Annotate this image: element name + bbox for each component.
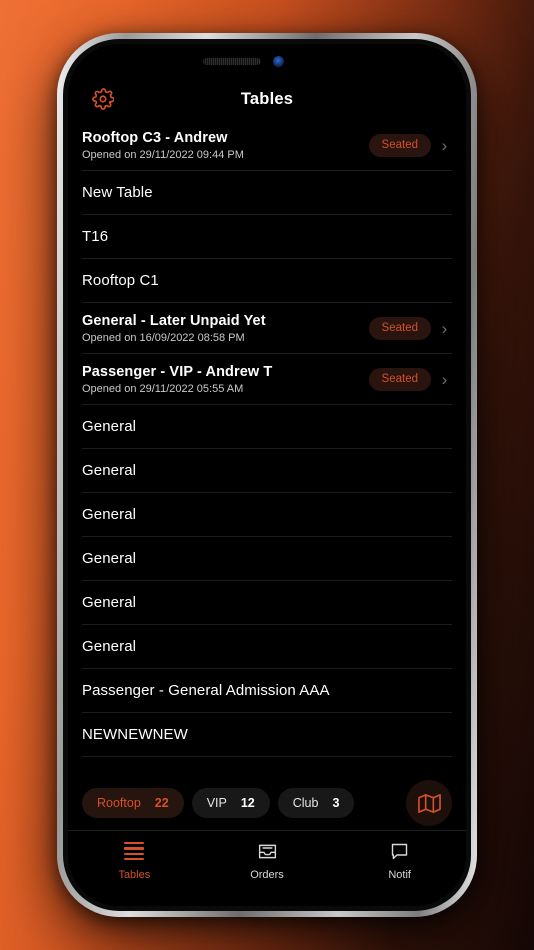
table-row-texts: Rooftop C1 (82, 272, 452, 289)
table-row[interactable]: General (82, 449, 452, 493)
hamburger-menu-icon (124, 840, 145, 862)
table-row-title: General (82, 462, 137, 479)
table-row-title: General - Later Unpaid Yet (82, 312, 266, 329)
table-row-right: Seated › (368, 133, 452, 157)
filter-chip-count: 3 (332, 796, 340, 810)
table-row-texts: General (82, 594, 452, 611)
tab-orders[interactable]: Orders (201, 840, 334, 881)
tab-label-notif: Notif (388, 869, 411, 881)
chevron-right-icon[interactable]: › (439, 320, 450, 337)
table-row-title: T16 (82, 228, 109, 245)
table-row-texts: Passenger - General Admission AAA (82, 682, 452, 699)
filter-bar: Rooftop 22 VIP 12 Club 3 (68, 776, 466, 830)
table-row[interactable]: General - Later Unpaid Yet Opened on 16/0… (82, 303, 452, 354)
table-row[interactable]: T16 (82, 215, 452, 259)
tab-label-orders: Orders (250, 869, 284, 881)
filter-chip[interactable]: VIP 12 (191, 788, 270, 818)
table-row[interactable]: General (82, 493, 452, 537)
table-row-title: NEWNEWNEW (82, 726, 188, 743)
table-row-subtitle: Opened on 29/11/2022 05:55 AM (82, 382, 244, 395)
table-row[interactable]: Passenger - VIP - Andrew T Opened on 29/1… (82, 354, 452, 405)
phone-screen: Tables Rooftop C3 - Andrew Opened on 29/1… (68, 44, 466, 906)
phone-device-frame: Tables Rooftop C3 - Andrew Opened on 29/1… (57, 33, 477, 917)
speaker-grille-icon (203, 58, 261, 65)
status-badge: Seated (368, 133, 431, 157)
table-row[interactable]: Rooftop C3 - Andrew Opened on 29/11/2022 … (82, 120, 452, 171)
table-row-texts: General (82, 638, 452, 655)
table-row-subtitle: Opened on 16/09/2022 08:58 PM (82, 331, 245, 344)
gear-icon (92, 88, 114, 110)
tab-tables[interactable]: Tables (68, 840, 201, 881)
speech-bubble-icon (389, 840, 410, 862)
settings-button[interactable] (90, 86, 116, 112)
table-row-title: Rooftop C1 (82, 272, 159, 289)
table-row-title: General (82, 638, 137, 655)
table-row-subtitle: Opened on 29/11/2022 09:44 PM (82, 148, 244, 161)
inbox-tray-icon (257, 840, 278, 862)
map-icon (417, 793, 441, 813)
table-row[interactable]: New Table (82, 171, 452, 215)
table-row-title: General (82, 550, 137, 567)
table-row-texts: Passenger - VIP - Andrew T Opened on 29/1… (82, 364, 369, 395)
bottom-tab-bar: Tables Orders Notif (68, 830, 466, 906)
table-row-texts: T16 (82, 228, 452, 245)
table-list[interactable]: Rooftop C3 - Andrew Opened on 29/11/2022 … (68, 120, 466, 776)
table-row-title: Rooftop C3 - Andrew (82, 129, 228, 146)
table-row-texts: General (82, 506, 452, 523)
notch-area (68, 44, 466, 78)
filter-chip[interactable]: Club 3 (277, 788, 355, 818)
filter-chip-count: 22 (154, 796, 169, 810)
page-title: Tables (240, 89, 294, 108)
table-row-right: Seated › (368, 316, 452, 340)
filter-chip-label: Club (292, 796, 319, 810)
table-row-right: Seated › (368, 367, 452, 391)
table-row-texts: General (82, 418, 452, 435)
tab-notif[interactable]: Notif (333, 840, 466, 881)
table-row-texts: Rooftop C3 - Andrew Opened on 29/11/2022 … (82, 130, 369, 161)
table-row-title: General (82, 506, 137, 523)
table-row[interactable]: General (82, 405, 452, 449)
table-row[interactable]: General (82, 581, 452, 625)
table-row-title: General (82, 418, 137, 435)
table-row[interactable]: NEWNEWNEW (82, 713, 452, 757)
filter-chip-label: VIP (206, 796, 227, 810)
table-row-title: General (82, 594, 137, 611)
status-badge: Seated (368, 316, 431, 340)
app-header: Tables (68, 78, 466, 120)
front-camera-icon (273, 56, 284, 67)
table-row[interactable]: General (82, 625, 452, 669)
status-badge: Seated (368, 367, 431, 391)
phone-inner-bezel: Tables Rooftop C3 - Andrew Opened on 29/1… (63, 39, 471, 911)
table-row-title: Passenger - General Admission AAA (82, 682, 330, 699)
filter-chip-count: 12 (240, 796, 255, 810)
table-row-texts: NEWNEWNEW (82, 726, 452, 743)
table-row[interactable]: General (82, 537, 452, 581)
table-row[interactable]: Rooftop C1 (82, 259, 452, 303)
tab-label-tables: Tables (118, 869, 151, 881)
table-row-texts: General (82, 462, 452, 479)
table-row-title: New Table (82, 184, 153, 201)
map-view-button[interactable] (406, 780, 452, 826)
filter-chips-container: Rooftop 22 VIP 12 Club 3 (82, 788, 355, 818)
chevron-right-icon[interactable]: › (439, 137, 450, 154)
table-row-texts: General (82, 550, 452, 567)
table-row-texts: New Table (82, 184, 452, 201)
filter-chip-label: Rooftop (97, 796, 141, 810)
table-row-texts: General - Later Unpaid Yet Opened on 16/0… (82, 313, 369, 344)
filter-chip[interactable]: Rooftop 22 (82, 788, 184, 818)
table-row[interactable]: Passenger - General Admission AAA (82, 669, 452, 713)
table-row-title: Passenger - VIP - Andrew T (82, 363, 273, 380)
chevron-right-icon[interactable]: › (439, 371, 450, 388)
